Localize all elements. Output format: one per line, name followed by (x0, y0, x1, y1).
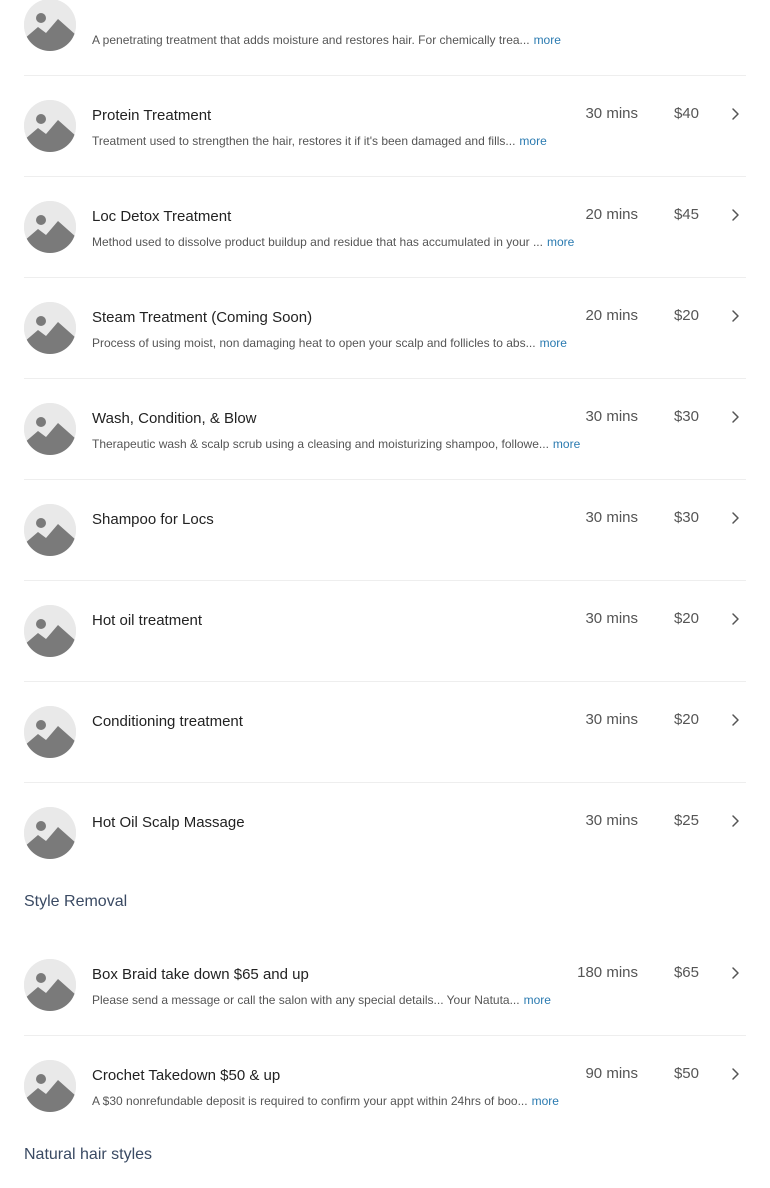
service-price: $45 (673, 206, 699, 223)
image-placeholder-icon (24, 959, 76, 1011)
service-name: Wash, Condition, & Blow (92, 410, 257, 427)
service-name: Protein Treatment (92, 107, 212, 124)
chevron-right-icon[interactable] (728, 814, 742, 828)
service-description-text: Method used to dissolve product buildup … (92, 235, 543, 249)
service-duration: 30 mins (585, 105, 638, 122)
service-duration: 30 mins (585, 610, 638, 627)
service-description-text: Process of using moist, non damaging hea… (92, 336, 536, 350)
image-placeholder-icon (24, 1060, 76, 1112)
service-description: Method used to dissolve product buildup … (92, 235, 574, 249)
service-duration: 180 mins (577, 964, 638, 981)
service-description: A penetrating treatment that adds moistu… (92, 33, 561, 47)
service-name: Steam Treatment (Coming Soon) (92, 309, 313, 326)
image-placeholder-icon (24, 605, 76, 657)
service-description-text: A $30 nonrefundable deposit is required … (92, 1094, 528, 1108)
service-description-text: Therapeutic wash & scalp scrub using a c… (92, 437, 549, 451)
more-link[interactable]: more (540, 336, 567, 350)
service-duration: 30 mins (585, 711, 638, 728)
image-placeholder-icon (24, 706, 76, 758)
more-link[interactable]: more (524, 993, 551, 1007)
section-header: Style Removal (0, 883, 770, 935)
service-row[interactable]: Shampoo for Locs 30 mins $30 (24, 480, 746, 581)
more-link[interactable]: more (547, 235, 574, 249)
service-name: Box Braid take down $65 and up (92, 966, 309, 983)
section-title: Natural hair styles (24, 1146, 153, 1163)
chevron-right-icon[interactable] (728, 410, 742, 424)
service-price: $40 (673, 105, 699, 122)
service-name: Hot Oil Scalp Massage (92, 814, 245, 831)
service-duration: 20 mins (585, 206, 638, 223)
service-price: $30 (673, 408, 699, 425)
service-name: Conditioning treatment (92, 713, 243, 730)
image-placeholder-icon (24, 403, 76, 455)
chevron-right-icon[interactable] (728, 612, 742, 626)
more-link[interactable]: more (532, 1094, 559, 1108)
chevron-right-icon[interactable] (728, 966, 742, 980)
service-name: Crochet Takedown $50 & up (92, 1067, 281, 1084)
chevron-right-icon[interactable] (728, 208, 742, 222)
section-header: Natural hair styles (0, 1136, 770, 1188)
chevron-right-icon[interactable] (728, 1067, 742, 1081)
service-price: $20 (673, 307, 699, 324)
service-duration: 20 mins (585, 307, 638, 324)
service-name: Shampoo for Locs (92, 511, 214, 528)
more-link[interactable]: more (553, 437, 580, 451)
service-row[interactable]: Hot oil treatment 30 mins $20 (24, 581, 746, 682)
service-description: Treatment used to strengthen the hair, r… (92, 134, 547, 148)
service-price: $65 (673, 964, 699, 981)
section-title: Style Removal (24, 893, 128, 910)
image-placeholder-icon (24, 302, 76, 354)
service-duration: 30 mins (585, 509, 638, 526)
service-description-text: A penetrating treatment that adds moistu… (92, 33, 530, 47)
service-list: A penetrating treatment that adds moistu… (0, 0, 770, 1188)
service-duration: 90 mins (585, 1065, 638, 1082)
service-duration: 30 mins (585, 408, 638, 425)
service-row[interactable]: Steam Treatment (Coming Soon) Process of … (24, 278, 746, 379)
image-placeholder-icon (24, 100, 76, 152)
service-row[interactable]: Crochet Takedown $50 & up A $30 nonrefund… (24, 1036, 746, 1136)
service-row[interactable]: A penetrating treatment that adds moistu… (24, 0, 746, 76)
image-placeholder-icon (24, 504, 76, 556)
service-row[interactable]: Loc Detox Treatment Method used to dissol… (24, 177, 746, 278)
service-row[interactable]: Wash, Condition, & Blow Therapeutic wash … (24, 379, 746, 480)
chevron-right-icon[interactable] (728, 713, 742, 727)
service-duration: 30 mins (585, 812, 638, 829)
service-description: A $30 nonrefundable deposit is required … (92, 1094, 559, 1108)
chevron-right-icon[interactable] (728, 107, 742, 121)
service-price: $30 (673, 509, 699, 526)
service-description-text: Please send a message or call the salon … (92, 993, 520, 1007)
service-row[interactable]: Hot Oil Scalp Massage 30 mins $25 (24, 783, 746, 883)
service-price: $20 (673, 711, 699, 728)
service-price: $25 (673, 812, 699, 829)
image-placeholder-icon (24, 807, 76, 859)
service-name: Hot oil treatment (92, 612, 203, 629)
service-name: Loc Detox Treatment (92, 208, 232, 225)
more-link[interactable]: more (519, 134, 546, 148)
service-price: $50 (673, 1065, 699, 1082)
service-description: Process of using moist, non damaging hea… (92, 336, 567, 350)
service-description: Please send a message or call the salon … (92, 993, 551, 1007)
service-description-text: Treatment used to strengthen the hair, r… (92, 134, 516, 148)
service-row[interactable]: Conditioning treatment 30 mins $20 (24, 682, 746, 783)
service-row[interactable]: Protein Treatment Treatment used to stren… (24, 76, 746, 177)
service-description: Therapeutic wash & scalp scrub using a c… (92, 437, 580, 451)
image-placeholder-icon (24, 0, 76, 51)
image-placeholder-icon (24, 201, 76, 253)
service-row[interactable]: Box Braid take down $65 and up Please sen… (24, 935, 746, 1036)
more-link[interactable]: more (534, 33, 561, 47)
service-price: $20 (673, 610, 699, 627)
chevron-right-icon[interactable] (728, 309, 742, 323)
chevron-right-icon[interactable] (728, 511, 742, 525)
